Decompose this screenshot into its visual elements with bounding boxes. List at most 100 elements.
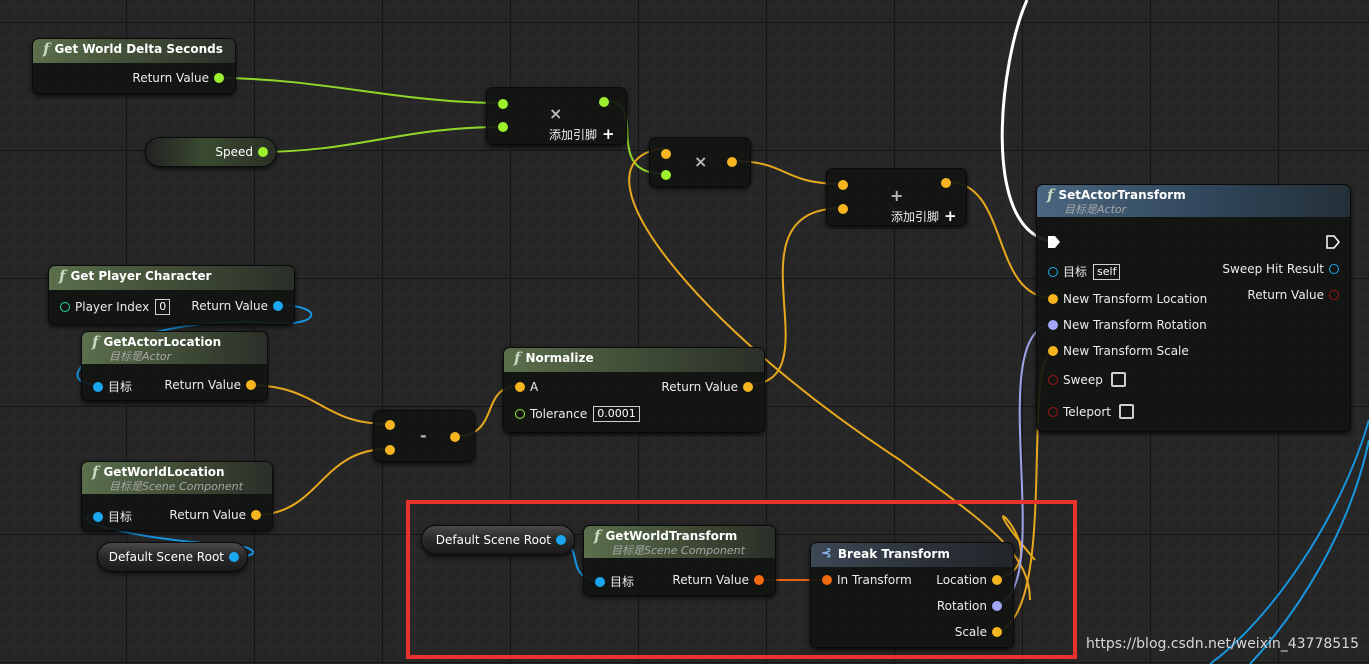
new-transform-location-pin[interactable]: New Transform Location: [1048, 292, 1207, 306]
rotator-pin-icon[interactable]: [992, 601, 1002, 611]
float-input-pin[interactable]: [661, 170, 671, 180]
new-transform-scale-pin[interactable]: New Transform Scale: [1048, 344, 1189, 358]
player-index-field[interactable]: 0: [155, 299, 171, 315]
object-pin-icon[interactable]: [93, 381, 103, 392]
pin-label: 目标: [610, 575, 635, 589]
object-pin-icon[interactable]: [1048, 266, 1058, 277]
player-index-input-pin[interactable]: Player Index 0: [60, 299, 171, 315]
vector-output-pin[interactable]: [941, 178, 951, 188]
return-value-output-pin[interactable]: Return Value: [164, 378, 256, 392]
exec-input-icon[interactable]: [1047, 235, 1061, 249]
return-value-output-pin[interactable]: Return Value: [169, 508, 261, 522]
return-value-output-pin[interactable]: Return Value: [191, 299, 283, 313]
function-icon: f: [59, 267, 66, 285]
object-pin-icon[interactable]: [595, 576, 605, 587]
object-pin-icon[interactable]: [556, 535, 566, 545]
rotation-output-pin[interactable]: Rotation: [937, 599, 1002, 613]
bool-pin-icon[interactable]: [1329, 290, 1339, 300]
vector-output-pin[interactable]: [727, 157, 737, 167]
vector-input-pin-b[interactable]: [838, 204, 848, 214]
a-input-pin[interactable]: A: [515, 380, 538, 394]
tolerance-input-pin[interactable]: Tolerance 0.0001: [515, 406, 640, 422]
vector-pin-icon[interactable]: [246, 380, 256, 390]
return-value-output-pin[interactable]: Return Value: [132, 71, 224, 85]
node-header: f GetWorldTransform 目标是Scene Component: [584, 526, 775, 558]
sweep-hit-result-pin[interactable]: Sweep Hit Result: [1222, 262, 1339, 276]
multiply-vector-node[interactable]: ×: [649, 137, 751, 187]
get-actor-location-node[interactable]: f GetActorLocation 目标是Actor 目标 Return Valu…: [81, 331, 268, 401]
break-transform-node[interactable]: ⊰ Break Transform In Transform Location R…: [810, 542, 1014, 648]
scale-output-pin[interactable]: Scale: [955, 625, 1002, 639]
pin-label: Tolerance: [530, 407, 588, 421]
vector-input-pin[interactable]: [661, 149, 671, 159]
target-input-pin[interactable]: 目标: [595, 573, 634, 590]
float-pin-icon[interactable]: [258, 147, 268, 157]
speed-variable-node[interactable]: Speed: [145, 137, 277, 167]
set-actor-transform-node[interactable]: f SetActorTransform 目标是Actor 目标 self New Tr…: [1036, 184, 1351, 432]
float-output-pin[interactable]: [599, 97, 609, 107]
pin-label: Return Value: [661, 380, 738, 394]
return-value-output-pin[interactable]: Return Value: [672, 573, 764, 587]
default-scene-root-variable-2[interactable]: Default Scene Root: [421, 525, 575, 555]
object-pin-icon[interactable]: [229, 552, 239, 562]
vector-pin-icon[interactable]: [515, 382, 525, 392]
wire-actorloc-to-sub: [247, 384, 389, 425]
sweep-input-pin[interactable]: Sweep: [1048, 372, 1126, 387]
vector-pin-icon[interactable]: [743, 382, 753, 392]
node-title: GetWorldLocation: [103, 465, 225, 479]
function-icon: f: [594, 527, 601, 545]
normalize-node[interactable]: f Normalize A Tolerance 0.0001 Return Valu…: [503, 347, 765, 433]
new-transform-rotation-pin[interactable]: New Transform Rotation: [1048, 318, 1207, 332]
get-world-location-node[interactable]: f GetWorldLocation 目标是Scene Component 目标 R…: [81, 461, 273, 531]
watermark-text: https://blog.csdn.net/weixin_43778515: [1085, 636, 1359, 652]
return-value-output-pin[interactable]: Return Value: [661, 380, 753, 394]
teleport-checkbox[interactable]: [1119, 404, 1134, 419]
pin-label: 目标: [108, 380, 133, 394]
add-pin-button[interactable]: 添加引脚 +: [891, 207, 957, 225]
object-pin-icon[interactable]: [273, 301, 283, 311]
vector-input-pin-a[interactable]: [838, 180, 848, 190]
get-world-delta-seconds-node[interactable]: f Get World Delta Seconds Return Value: [32, 38, 236, 94]
target-input-pin[interactable]: 目标 self: [1048, 263, 1121, 280]
multiply-node[interactable]: × 添加引脚 +: [486, 87, 627, 145]
float-pin-icon[interactable]: [214, 73, 224, 83]
float-input-pin-b[interactable]: [498, 122, 508, 132]
exec-output-icon[interactable]: [1326, 235, 1340, 249]
float-input-pin-a[interactable]: [498, 99, 508, 109]
pin-label: Scale: [954, 625, 987, 639]
in-transform-input-pin[interactable]: In Transform: [822, 573, 912, 587]
int-pin-icon[interactable]: [60, 302, 70, 312]
plus-icon: +: [602, 125, 615, 143]
sweep-checkbox[interactable]: [1110, 372, 1126, 387]
return-value-output-pin[interactable]: Return Value: [1247, 288, 1339, 302]
vector-output-pin[interactable]: [450, 432, 460, 442]
plus-icon: +: [944, 207, 957, 225]
struct-pin-icon[interactable]: [1329, 264, 1339, 274]
vector-input-pin-b[interactable]: [385, 445, 395, 455]
location-output-pin[interactable]: Location: [936, 573, 1002, 587]
teleport-input-pin[interactable]: Teleport: [1048, 404, 1134, 419]
get-player-character-node[interactable]: f Get Player Character Player Index 0 Retu…: [48, 265, 295, 325]
vector-input-pin-a[interactable]: [385, 420, 395, 430]
vector-pin-icon[interactable]: [1048, 346, 1058, 356]
vector-pin-icon[interactable]: [251, 510, 261, 520]
transform-pin-icon[interactable]: [754, 575, 764, 585]
float-pin-icon[interactable]: [515, 409, 525, 419]
target-input-pin[interactable]: 目标: [93, 378, 132, 395]
subtract-vector-node[interactable]: -: [373, 410, 475, 462]
vector-pin-icon[interactable]: [992, 627, 1002, 637]
bool-pin-icon[interactable]: [1048, 374, 1058, 385]
add-pin-button[interactable]: 添加引脚 +: [549, 125, 615, 143]
vector-pin-icon[interactable]: [1048, 294, 1058, 304]
rotator-pin-icon[interactable]: [1048, 320, 1058, 330]
default-scene-root-variable[interactable]: Default Scene Root: [97, 542, 248, 572]
target-input-pin[interactable]: 目标: [93, 508, 132, 525]
add-vector-node[interactable]: + 添加引脚 +: [826, 168, 967, 226]
vector-pin-icon[interactable]: [992, 575, 1002, 585]
get-world-transform-node[interactable]: f GetWorldTransform 目标是Scene Component 目标 …: [583, 525, 776, 596]
tolerance-field[interactable]: 0.0001: [593, 406, 640, 422]
variable-label: Default Scene Root: [435, 533, 551, 547]
bool-pin-icon[interactable]: [1048, 406, 1058, 417]
transform-pin-icon[interactable]: [822, 575, 832, 585]
object-pin-icon[interactable]: [93, 511, 103, 522]
